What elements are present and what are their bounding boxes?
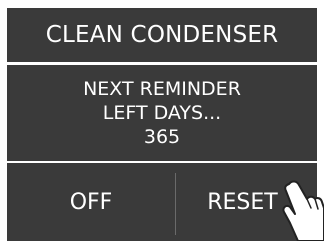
panel-title-text: CLEAN CONDENSER [45, 22, 279, 48]
off-button[interactable]: OFF [7, 163, 175, 241]
reminder-message: NEXT REMINDER LEFT DAYS... 365 [7, 65, 317, 161]
hand-pointer-icon [282, 180, 324, 241]
days-remaining-value: 365 [143, 126, 181, 148]
left-days-label: LEFT DAYS... [102, 102, 222, 124]
action-buttons: OFF RESET [7, 163, 317, 241]
panel-title: CLEAN CONDENSER [7, 8, 317, 62]
clean-condenser-panel: CLEAN CONDENSER NEXT REMINDER LEFT DAYS.… [0, 0, 324, 241]
reset-button-label: RESET [207, 189, 278, 215]
off-button-label: OFF [69, 189, 113, 215]
next-reminder-label: NEXT REMINDER [83, 78, 241, 100]
